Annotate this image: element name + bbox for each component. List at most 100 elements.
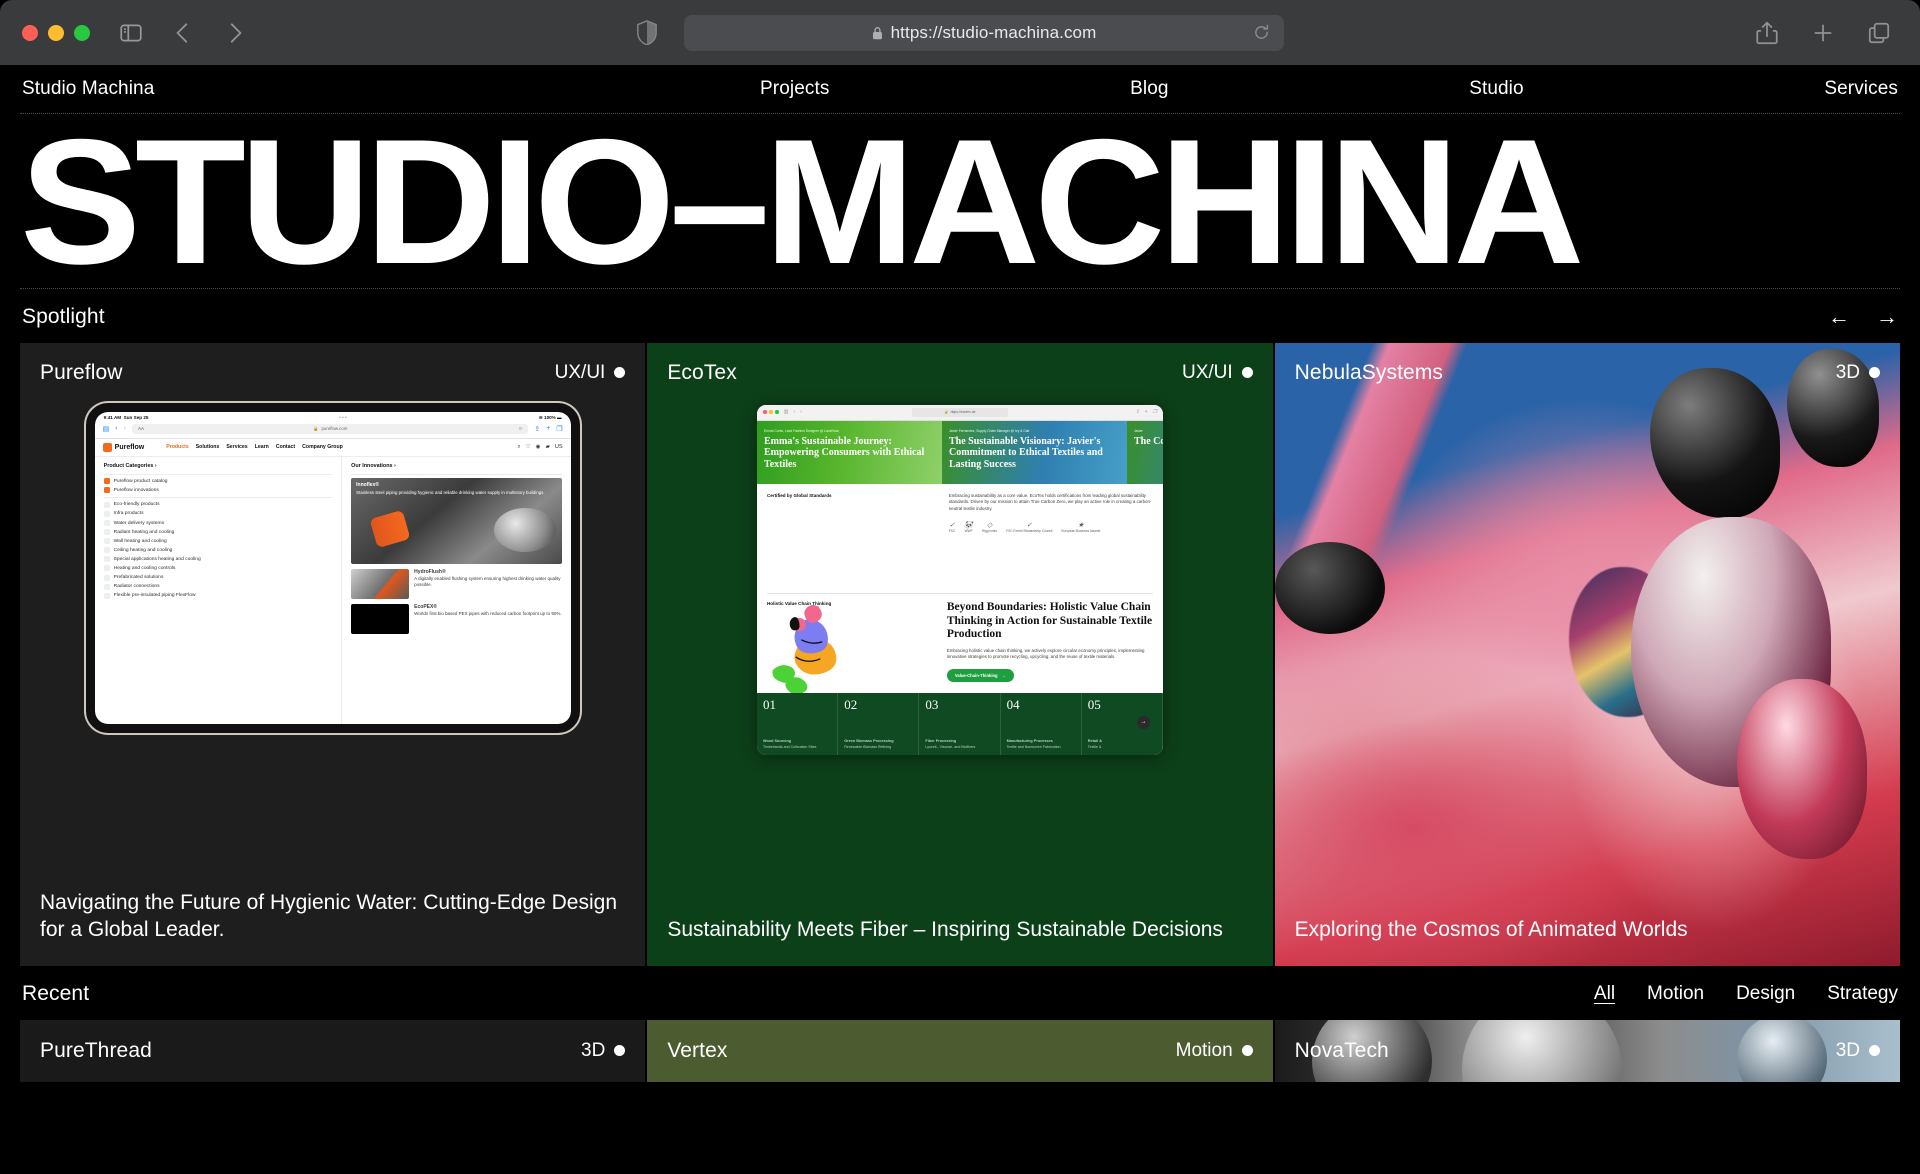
hero-slide: Emma Conts, Lead Fashion Designer @ Lanz… (756, 420, 942, 484)
privacy-shield-icon[interactable] (636, 19, 658, 46)
piping-icon (103, 592, 110, 599)
mock-back-icon[interactable]: ‹ (115, 425, 117, 432)
mock-sidebar-icon: ▥ (783, 409, 789, 416)
filter-motion[interactable]: Motion (1647, 983, 1704, 1005)
mock-tabs-icon[interactable]: ❐ (556, 425, 562, 433)
pureflow-brand-label: Pureflow (114, 443, 145, 451)
back-chevron-icon[interactable] (170, 20, 196, 46)
slide-title: Emma's Sustainable Journey: Empowering C… (763, 435, 925, 470)
filter-strategy[interactable]: Strategy (1827, 983, 1898, 1005)
carousel-prev-arrow-icon[interactable]: ← (1828, 305, 1850, 328)
list-item[interactable]: Eco-friendly products (103, 501, 333, 508)
list-item[interactable]: Water delivery systems (103, 520, 333, 527)
list-item[interactable]: Radiant heating and cooling (103, 529, 333, 536)
address-bar[interactable]: https://studio-machina.com (684, 14, 1284, 51)
mock-address-bar: 🔒 https://ecotex.de (911, 407, 1008, 417)
pureflow-nav-contact[interactable]: Contact (276, 444, 295, 450)
step-subtitle: Timberlands and Cultivation Sites (762, 744, 817, 749)
list-item[interactable]: Infra products (103, 510, 333, 517)
filter-design[interactable]: Design (1736, 983, 1795, 1005)
step-subtitle: Textile & (1087, 744, 1102, 749)
card-title: Pureflow (40, 360, 123, 384)
mock-lock-icon: 🔒 (944, 410, 949, 415)
list-item[interactable]: Wall heating and cooling (103, 538, 333, 545)
list-item[interactable]: Ceiling heating and cooling (103, 547, 333, 554)
carousel-next-arrow-icon[interactable]: → (1876, 305, 1898, 328)
maximize-window-button[interactable] (74, 24, 90, 41)
list-item[interactable]: Heating and cooling controls (103, 565, 333, 572)
search-icon[interactable]: ⌕ (518, 444, 521, 451)
minimize-window-button[interactable] (48, 24, 64, 41)
card-tag: UX/UI (555, 362, 626, 384)
hero-slide: Javier Fernandez, Supply Chain Manager @… (941, 420, 1127, 484)
nav-link-projects[interactable]: Projects (760, 78, 829, 100)
fsc-council-logo-icon: ✓ FSC Forest Stewardship Council (1006, 521, 1053, 533)
value-chain-thinking-button[interactable]: Value-Chain-Thinking → (946, 668, 1014, 682)
list-item[interactable]: Prefabricated solutions (103, 574, 333, 581)
project-card-novatech[interactable]: NovaTech 3D (1274, 1019, 1900, 1082)
card-tag-label: 3D (1835, 1039, 1860, 1061)
list-item[interactable]: Pureflow product catalog (103, 478, 333, 485)
mock-reload-icon[interactable]: ⟳ (519, 426, 523, 432)
plus-icon[interactable] (1810, 20, 1836, 46)
product-categories-heading: Product Categories › (103, 462, 157, 469)
project-card-ecotex[interactable]: EcoTex UX/UI ▥ ‹ › 🔒 https://ecotex.de ⇪… (647, 342, 1273, 966)
card-tag: Motion (1176, 1040, 1253, 1062)
close-window-button[interactable] (22, 24, 38, 41)
reload-icon[interactable] (1253, 24, 1270, 41)
mock-address-bar[interactable]: AA 🔒 pureflow.com ⟳ (131, 423, 529, 434)
tab-overview-icon[interactable] (1866, 20, 1892, 46)
pureflow-nav-products[interactable]: Products (166, 444, 188, 450)
innovation-card-hydroflush[interactable]: HydroFlush® A digitally enabled flushing… (351, 569, 561, 600)
step-subtitle: Lyocell-, Viscose- and Biofibers (925, 744, 976, 749)
mock-text-size-label: AA (137, 426, 145, 432)
mock-status-battery: 100% (544, 414, 556, 420)
forward-chevron-icon[interactable] (222, 20, 248, 46)
pureflow-nav-learn[interactable]: Learn (255, 444, 269, 450)
fsc-logo-icon: ✓ FSC (948, 521, 956, 533)
innovation-hero-card[interactable]: Innoflex® Stainless steel piping providi… (351, 478, 562, 565)
project-card-purethread[interactable]: PureThread 3D (20, 1019, 646, 1082)
nav-link-services[interactable]: Services (1824, 78, 1898, 100)
account-icon[interactable]: ◉ (536, 444, 541, 450)
list-item[interactable]: Special applications heating and cooling (103, 556, 333, 563)
step-item: 01 Wood Sourcing Timberlands and Cultivat… (757, 692, 839, 755)
list-item[interactable]: Radiator connections (103, 583, 333, 590)
steps-next-button[interactable]: → (1136, 715, 1150, 729)
project-card-pureflow[interactable]: Pureflow UX/UI 9:41 AM Sun Sep 25 ••• ≋ … (20, 342, 646, 966)
radiant-icon (103, 529, 110, 536)
sidebar-icon[interactable] (118, 20, 144, 46)
page-title: STUDIO–MACHINA (20, 114, 1585, 288)
mock-url-text: https://ecotex.de (950, 410, 976, 415)
list-item[interactable]: Pureflow innovations (103, 487, 333, 494)
window-controls[interactable] (22, 24, 90, 41)
card-media: 9:41 AM Sun Sep 25 ••• ≋ 100% ▬ ▤ ‹ › AA (20, 385, 645, 890)
project-card-nebulasystems[interactable]: NebulaSystems 3D Exploring the Cosmos of… (1274, 342, 1900, 966)
mock-forward-icon: › (800, 409, 802, 416)
innovations-icon (103, 487, 110, 494)
arrow-right-icon: → (1001, 672, 1006, 678)
filter-all[interactable]: All (1594, 983, 1615, 1005)
mock-lock-icon: 🔒 (313, 425, 319, 431)
nav-link-blog[interactable]: Blog (1130, 78, 1168, 100)
mock-plus-icon: + (1144, 409, 1148, 416)
pureflow-nav-company-group[interactable]: Company Group (302, 444, 343, 450)
heart-icon[interactable]: ♡ (526, 444, 531, 450)
step-subtitle: Renewable Biomass Refining (844, 744, 892, 749)
mock-url-text: pureflow.com (321, 426, 348, 432)
list-item[interactable]: Flexible pre-insulated piping FlexFlow (103, 592, 333, 599)
project-card-vertex[interactable]: Vertex Motion (647, 1019, 1273, 1082)
card-tag: 3D (1836, 1040, 1880, 1062)
pureflow-nav-solutions[interactable]: Solutions (196, 444, 220, 450)
site-brand[interactable]: Studio Machina (22, 78, 154, 100)
mock-plus-icon[interactable]: + (546, 425, 550, 432)
ecotex-hero-carousel: Emma Conts, Lead Fashion Designer @ Lanz… (756, 420, 1163, 484)
mock-sidebar-icon[interactable]: ▤ (103, 425, 110, 433)
share-icon[interactable] (1754, 20, 1780, 46)
browser-toolbar: https://studio-machina.com (0, 0, 1920, 65)
mock-share-icon[interactable]: ⇪ (534, 425, 540, 433)
nav-link-studio[interactable]: Studio (1469, 78, 1523, 100)
pureflow-nav-services[interactable]: Services (226, 444, 247, 450)
card-tag-label: UX/UI (554, 361, 606, 383)
innovation-card-ecopex[interactable]: EcoPEX® Worlds first bio based PEX pipes… (351, 604, 562, 635)
